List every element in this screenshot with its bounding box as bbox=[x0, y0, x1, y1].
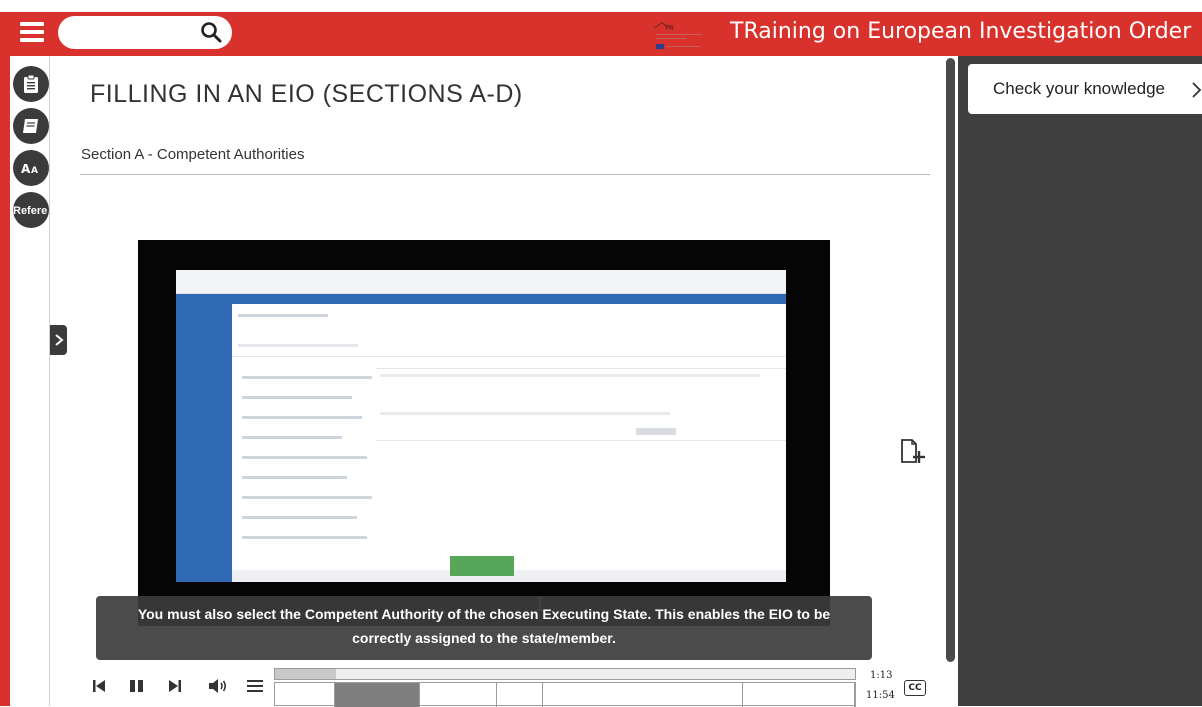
chapter-segment[interactable] bbox=[743, 683, 855, 707]
progress-bar[interactable] bbox=[274, 668, 856, 680]
left-edge-strip bbox=[0, 12, 10, 706]
video-frame-row bbox=[242, 396, 352, 399]
current-time: 1:13 bbox=[870, 670, 893, 681]
right-panel bbox=[958, 56, 1202, 706]
chapter-segment[interactable] bbox=[543, 683, 743, 707]
svg-text:A: A bbox=[31, 166, 38, 176]
eu-project-logo: TR bbox=[653, 22, 702, 49]
font-size-icon: A A bbox=[21, 162, 38, 176]
chapter-strip[interactable] bbox=[274, 682, 856, 707]
menu-list-icon[interactable] bbox=[246, 678, 264, 694]
search-icon[interactable] bbox=[199, 20, 223, 44]
chapter-segment[interactable] bbox=[335, 683, 420, 707]
video-frame-row bbox=[242, 456, 367, 459]
reference-label: Refere bbox=[13, 205, 48, 217]
video-frame-row bbox=[242, 436, 342, 439]
video-frame-row bbox=[242, 476, 347, 479]
video-frame-line bbox=[376, 440, 786, 441]
video-frame-row bbox=[380, 412, 670, 415]
section-heading: Section A - Competent Authorities bbox=[81, 146, 305, 163]
video-frame-row bbox=[242, 376, 372, 379]
video-frame-button bbox=[636, 428, 676, 435]
add-note-icon[interactable] bbox=[898, 438, 926, 466]
check-knowledge-button[interactable]: Check your knowledge bbox=[968, 64, 1202, 114]
progress-fill bbox=[275, 669, 336, 679]
check-knowledge-label: Check your knowledge bbox=[993, 79, 1165, 98]
video-frame-row bbox=[238, 314, 328, 317]
video-frame-row bbox=[238, 344, 358, 347]
chapter-segment[interactable] bbox=[275, 683, 335, 707]
volume-icon[interactable] bbox=[208, 678, 228, 694]
pause-icon[interactable] bbox=[128, 678, 146, 694]
video-frame-sidebar bbox=[176, 304, 232, 582]
skip-forward-icon[interactable] bbox=[168, 678, 182, 694]
video-frame-row bbox=[242, 416, 362, 419]
video-frame-toast bbox=[450, 556, 514, 576]
chapter-segment[interactable] bbox=[497, 683, 543, 707]
video-player[interactable] bbox=[138, 240, 830, 626]
search-input[interactable] bbox=[72, 22, 192, 42]
app-title: TRaining on European Investigation Order bbox=[730, 19, 1192, 44]
expand-panel-button[interactable] bbox=[50, 325, 67, 355]
video-caption: You must also select the Competent Autho… bbox=[96, 596, 872, 660]
notebook-icon bbox=[23, 119, 38, 133]
chapter-segment[interactable] bbox=[420, 683, 497, 707]
chapter-segment[interactable] bbox=[855, 683, 856, 707]
chevron-right-icon bbox=[54, 334, 64, 346]
video-frame-header bbox=[176, 270, 786, 294]
caption-line-2: correctly assigned to the state/member. bbox=[352, 630, 616, 646]
closed-captions-button[interactable]: CC bbox=[904, 680, 926, 696]
video-frame-screenshot bbox=[176, 270, 786, 582]
caption-line-1: You must also select the Competent Autho… bbox=[137, 606, 831, 622]
video-frame-row bbox=[242, 536, 367, 539]
total-time: 11:54 bbox=[866, 690, 895, 701]
video-frame-row bbox=[242, 496, 372, 499]
svg-text:TR: TR bbox=[664, 24, 675, 32]
video-frame-row bbox=[380, 374, 760, 377]
clipboard-icon bbox=[24, 74, 38, 93]
video-frame-line bbox=[376, 368, 786, 369]
hamburger-menu-icon[interactable] bbox=[20, 22, 44, 42]
video-frame-row bbox=[242, 516, 357, 519]
video-frame-line bbox=[232, 356, 786, 357]
chevron-right-icon bbox=[1192, 82, 1202, 98]
clipboard-button[interactable] bbox=[13, 66, 49, 102]
scrollbar[interactable] bbox=[946, 58, 955, 662]
font-size-button[interactable]: A A bbox=[13, 150, 49, 186]
svg-text:A: A bbox=[21, 162, 31, 176]
notebook-button[interactable] bbox=[13, 108, 49, 144]
skip-back-icon[interactable] bbox=[92, 678, 106, 694]
page-title: FILLING IN AN EIO (SECTIONS A-D) bbox=[90, 80, 523, 108]
section-divider bbox=[80, 174, 930, 175]
video-frame-bluebar bbox=[176, 294, 786, 304]
